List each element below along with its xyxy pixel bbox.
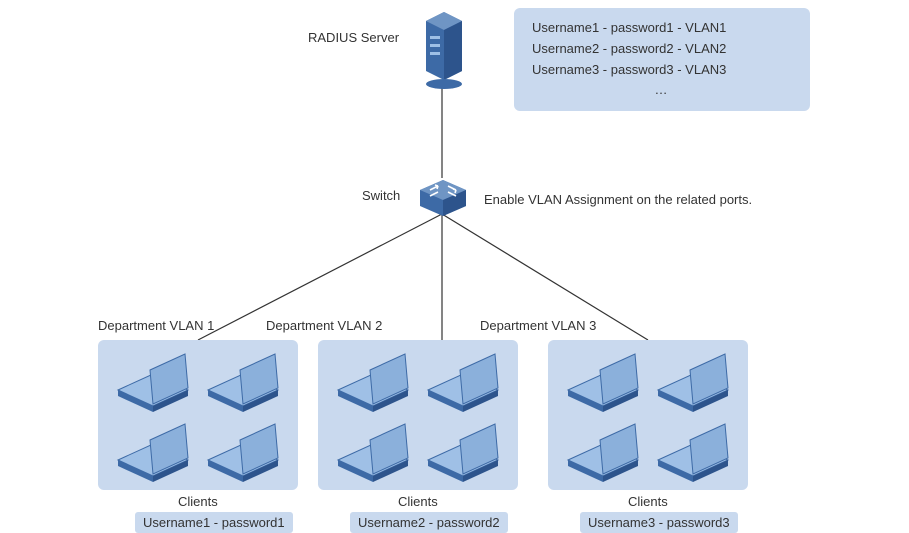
dept2-label: Department VLAN 2 xyxy=(266,318,382,333)
switch-icon xyxy=(416,176,470,218)
clients-group-1 xyxy=(98,340,298,490)
radius-row: Username1 - password1 - VLAN1 xyxy=(532,18,792,39)
credential-pill-2: Username2 - password2 xyxy=(350,512,508,533)
credential-pill-1: Username1 - password1 xyxy=(135,512,293,533)
laptops-icon xyxy=(318,340,518,490)
laptops-icon xyxy=(98,340,298,490)
radius-server-label: RADIUS Server xyxy=(308,30,399,45)
radius-server-icon xyxy=(414,6,474,91)
credential-pill-3: Username3 - password3 xyxy=(580,512,738,533)
laptops-icon xyxy=(548,340,748,490)
clients-label: Clients xyxy=(398,494,438,509)
clients-group-3 xyxy=(548,340,748,490)
radius-row: Username2 - password2 - VLAN2 xyxy=(532,39,792,60)
clients-label: Clients xyxy=(178,494,218,509)
dept1-label: Department VLAN 1 xyxy=(98,318,214,333)
radius-mapping-box: Username1 - password1 - VLAN1 Username2 … xyxy=(514,8,810,111)
switch-note: Enable VLAN Assignment on the related po… xyxy=(484,192,752,207)
clients-label: Clients xyxy=(628,494,668,509)
radius-ellipsis: … xyxy=(532,80,792,101)
radius-row: Username3 - password3 - VLAN3 xyxy=(532,60,792,81)
clients-group-2 xyxy=(318,340,518,490)
dept3-label: Department VLAN 3 xyxy=(480,318,596,333)
switch-label: Switch xyxy=(362,188,400,203)
